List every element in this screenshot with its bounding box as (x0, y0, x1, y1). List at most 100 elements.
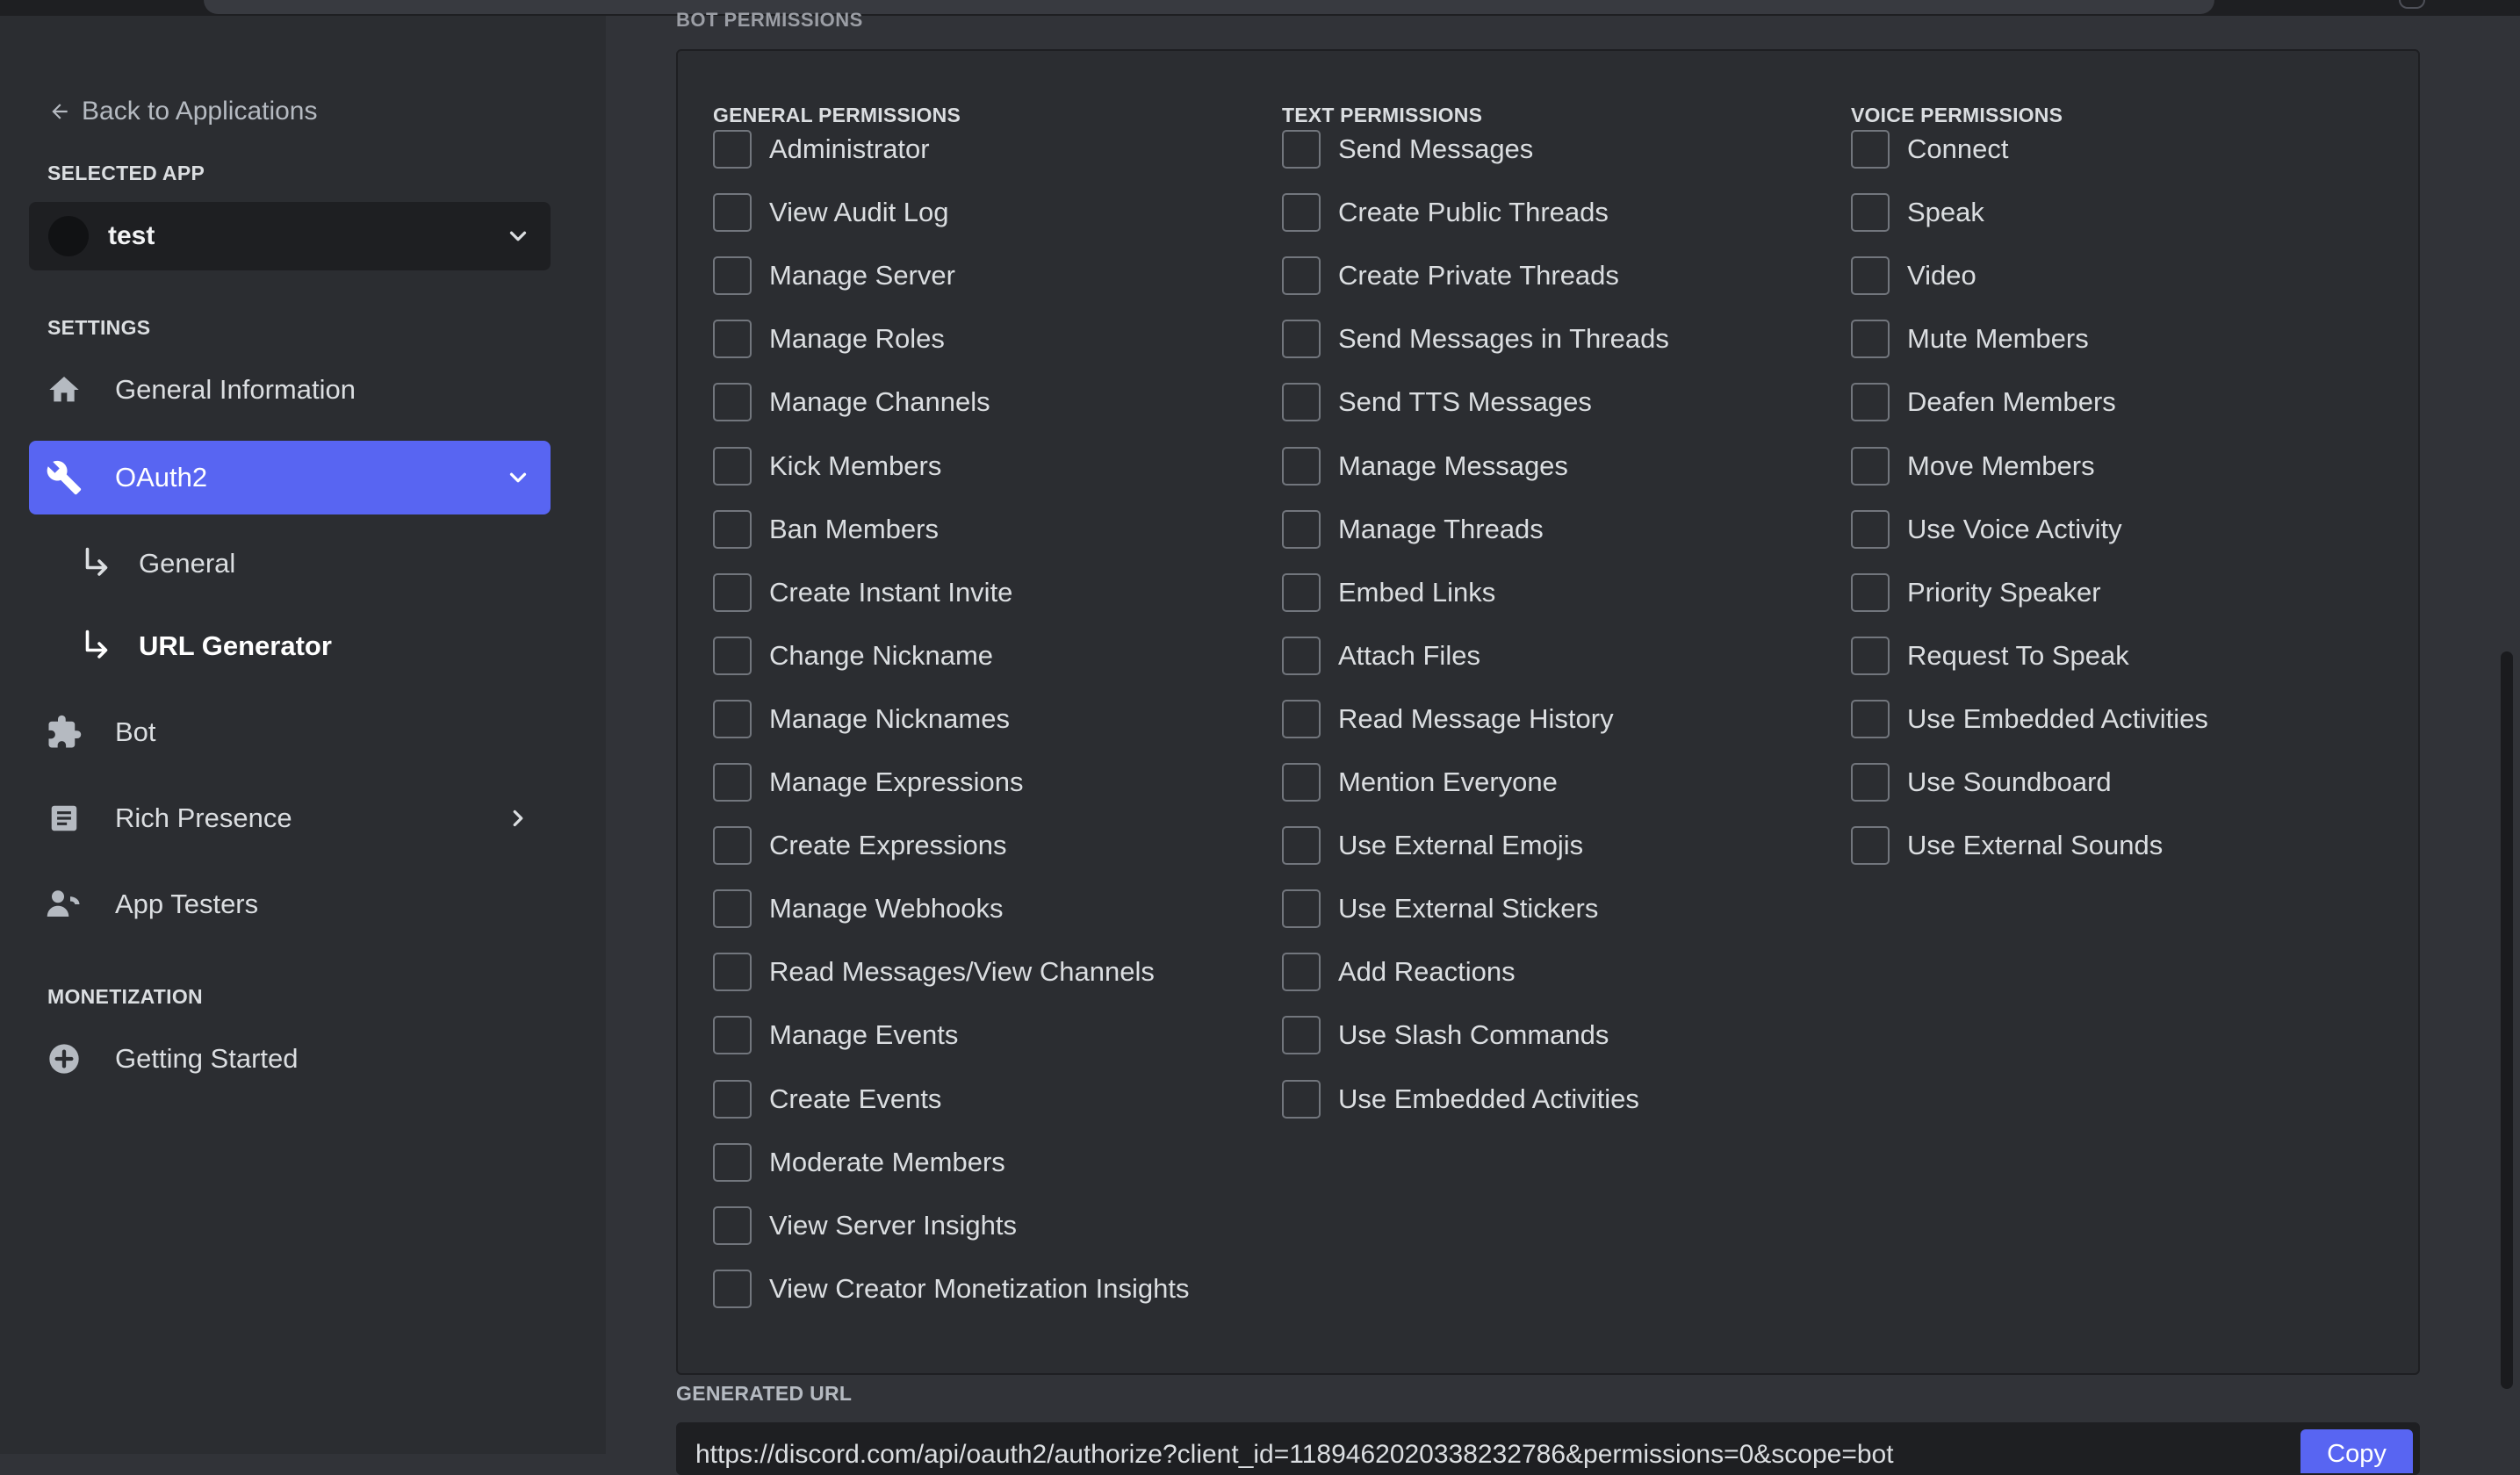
copy-button[interactable]: Copy (2300, 1429, 2413, 1473)
permission-checkbox-item[interactable]: Use Soundboard (1851, 761, 2112, 803)
checkbox[interactable] (713, 763, 752, 802)
checkbox[interactable] (713, 383, 752, 421)
checkbox[interactable] (1282, 889, 1321, 928)
permission-checkbox-item[interactable]: Use Voice Activity (1851, 508, 2122, 550)
nav-oauth2-url-generator[interactable]: URL Generator (81, 620, 332, 673)
checkbox[interactable] (1282, 763, 1321, 802)
checkbox[interactable] (1282, 130, 1321, 169)
permission-checkbox-item[interactable]: Kick Members (713, 445, 941, 487)
browser-profile-icon[interactable] (2399, 0, 2425, 9)
permission-checkbox-item[interactable]: Video (1851, 255, 1976, 297)
permission-checkbox-item[interactable]: Ban Members (713, 508, 939, 550)
permission-checkbox-item[interactable]: Create Private Threads (1282, 255, 1619, 297)
checkbox[interactable] (1282, 447, 1321, 486)
permission-checkbox-item[interactable]: Manage Server (713, 255, 955, 297)
permission-checkbox-item[interactable]: Use Embedded Activities (1282, 1078, 1639, 1120)
checkbox[interactable] (1282, 510, 1321, 549)
checkbox[interactable] (1851, 193, 1890, 232)
permission-checkbox-item[interactable]: View Server Insights (713, 1205, 1017, 1247)
checkbox[interactable] (713, 953, 752, 991)
nav-oauth2-general[interactable]: General (81, 537, 235, 590)
permission-checkbox-item[interactable]: View Creator Monetization Insights (713, 1268, 1189, 1310)
nav-bot[interactable]: Bot (29, 695, 551, 769)
checkbox[interactable] (713, 256, 752, 295)
nav-rich-presence[interactable]: Rich Presence (29, 781, 551, 855)
checkbox[interactable] (1282, 193, 1321, 232)
checkbox[interactable] (713, 447, 752, 486)
checkbox[interactable] (713, 193, 752, 232)
checkbox[interactable] (713, 637, 752, 675)
browser-address-bar[interactable] (204, 0, 2214, 14)
permission-checkbox-item[interactable]: Use Embedded Activities (1851, 698, 2208, 740)
nav-general-information[interactable]: General Information (29, 353, 551, 427)
permission-checkbox-item[interactable]: Administrator (713, 128, 930, 170)
nav-getting-started[interactable]: Getting Started (29, 1022, 551, 1096)
back-to-applications-link[interactable]: Back to Applications (48, 97, 318, 126)
permission-checkbox-item[interactable]: Create Instant Invite (713, 572, 1012, 614)
checkbox[interactable] (1282, 1016, 1321, 1054)
checkbox[interactable] (1851, 510, 1890, 549)
checkbox[interactable] (1851, 826, 1890, 865)
checkbox[interactable] (713, 510, 752, 549)
permission-checkbox-item[interactable]: Manage Webhooks (713, 888, 1004, 930)
checkbox[interactable] (713, 1016, 752, 1054)
checkbox[interactable] (713, 1080, 752, 1119)
checkbox[interactable] (1851, 637, 1890, 675)
permission-checkbox-item[interactable]: Create Public Threads (1282, 191, 1609, 234)
permission-checkbox-item[interactable]: Priority Speaker (1851, 572, 2101, 614)
permission-checkbox-item[interactable]: Mute Members (1851, 318, 2089, 360)
permission-checkbox-item[interactable]: Embed Links (1282, 572, 1495, 614)
permission-checkbox-item[interactable]: Manage Nicknames (713, 698, 1010, 740)
checkbox[interactable] (713, 826, 752, 865)
checkbox[interactable] (1282, 700, 1321, 738)
permission-checkbox-item[interactable]: Use External Sounds (1851, 824, 2163, 867)
permission-checkbox-item[interactable]: Deafen Members (1851, 381, 2116, 423)
permission-checkbox-item[interactable]: Speak (1851, 191, 1984, 234)
permission-checkbox-item[interactable]: Use Slash Commands (1282, 1014, 1609, 1056)
permission-checkbox-item[interactable]: Moderate Members (713, 1141, 1005, 1184)
nav-oauth2[interactable]: OAuth2 (29, 441, 551, 514)
checkbox[interactable] (713, 700, 752, 738)
checkbox[interactable] (1851, 447, 1890, 486)
permission-checkbox-item[interactable]: Use External Stickers (1282, 888, 1598, 930)
permission-checkbox-item[interactable]: Change Nickname (713, 635, 993, 677)
checkbox[interactable] (713, 1143, 752, 1182)
permission-checkbox-item[interactable]: Manage Events (713, 1014, 958, 1056)
permission-checkbox-item[interactable]: Read Message History (1282, 698, 1614, 740)
permission-checkbox-item[interactable]: Read Messages/View Channels (713, 951, 1155, 993)
scrollbar-thumb[interactable] (2501, 651, 2513, 1389)
permission-checkbox-item[interactable]: Add Reactions (1282, 951, 1516, 993)
permission-checkbox-item[interactable]: Connect (1851, 128, 2008, 170)
checkbox[interactable] (1282, 826, 1321, 865)
checkbox[interactable] (713, 1270, 752, 1308)
checkbox[interactable] (1282, 256, 1321, 295)
checkbox[interactable] (1282, 637, 1321, 675)
generated-url-field[interactable]: https://discord.com/api/oauth2/authorize… (676, 1422, 2420, 1475)
checkbox[interactable] (1282, 320, 1321, 358)
permission-checkbox-item[interactable]: Send Messages (1282, 128, 1533, 170)
permission-checkbox-item[interactable]: Use External Emojis (1282, 824, 1583, 867)
checkbox[interactable] (713, 130, 752, 169)
nav-app-testers[interactable]: App Testers (29, 867, 551, 941)
permission-checkbox-item[interactable]: Manage Roles (713, 318, 945, 360)
checkbox[interactable] (1851, 763, 1890, 802)
permission-checkbox-item[interactable]: Manage Expressions (713, 761, 1024, 803)
permission-checkbox-item[interactable]: Create Events (713, 1078, 941, 1120)
generated-url-value[interactable]: https://discord.com/api/oauth2/authorize… (695, 1440, 1894, 1470)
permission-checkbox-item[interactable]: Attach Files (1282, 635, 1480, 677)
permission-checkbox-item[interactable]: Manage Threads (1282, 508, 1544, 550)
permission-checkbox-item[interactable]: Request To Speak (1851, 635, 2129, 677)
permission-checkbox-item[interactable]: Send Messages in Threads (1282, 318, 1669, 360)
checkbox[interactable] (1851, 256, 1890, 295)
checkbox[interactable] (1282, 1080, 1321, 1119)
checkbox[interactable] (1851, 130, 1890, 169)
checkbox[interactable] (713, 320, 752, 358)
checkbox[interactable] (1851, 320, 1890, 358)
permission-checkbox-item[interactable]: Mention Everyone (1282, 761, 1558, 803)
checkbox[interactable] (1282, 383, 1321, 421)
app-selector-dropdown[interactable]: test (29, 202, 551, 270)
checkbox[interactable] (1282, 953, 1321, 991)
checkbox[interactable] (1851, 383, 1890, 421)
permission-checkbox-item[interactable]: View Audit Log (713, 191, 949, 234)
checkbox[interactable] (1282, 573, 1321, 612)
